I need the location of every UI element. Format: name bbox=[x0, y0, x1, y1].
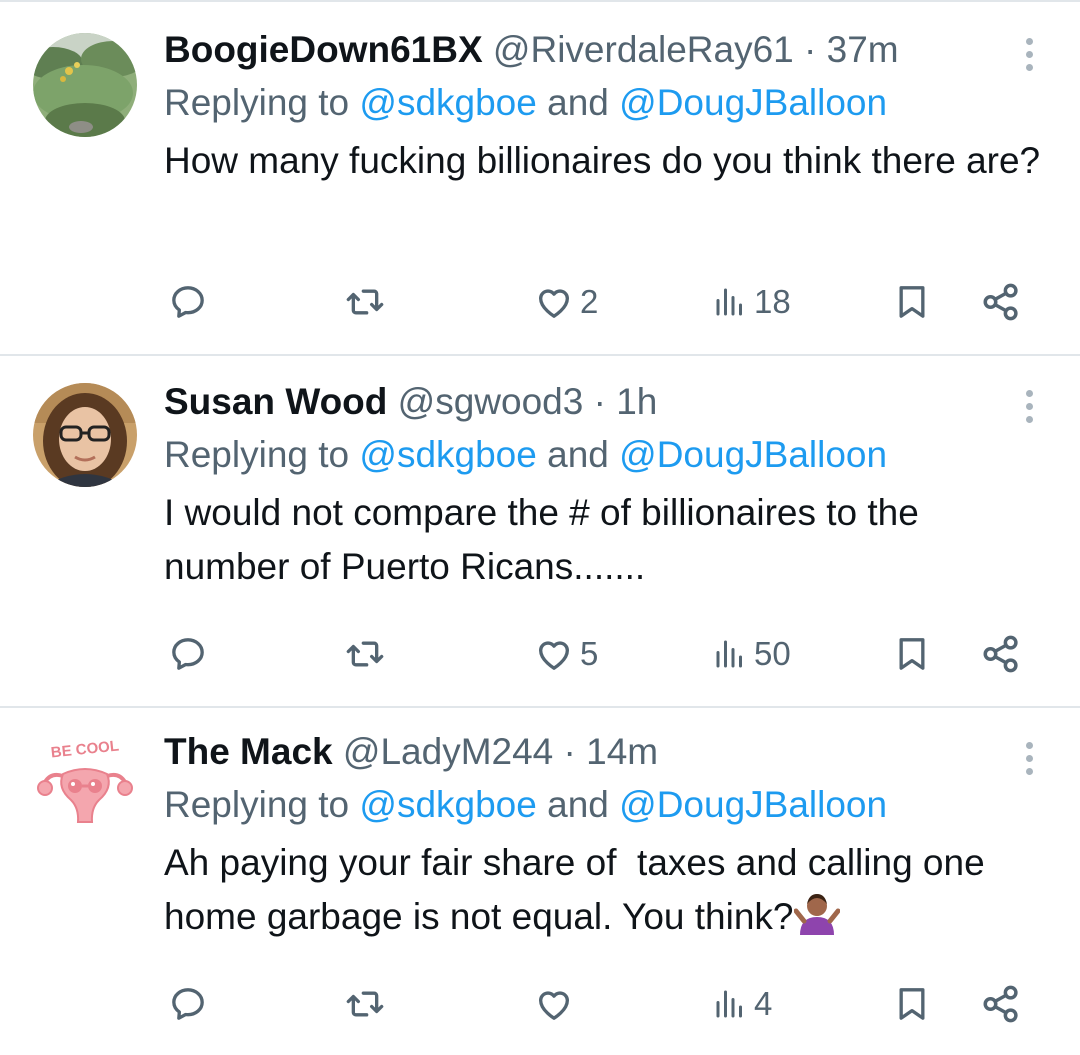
reply-button[interactable] bbox=[168, 274, 208, 330]
replying-prefix: Replying to bbox=[164, 434, 360, 475]
like-count: 2 bbox=[580, 283, 599, 320]
share-icon bbox=[983, 985, 1018, 1023]
share-icon bbox=[983, 635, 1018, 673]
retweet-icon bbox=[346, 991, 384, 1017]
avatar[interactable] bbox=[33, 383, 137, 487]
bookmark-icon bbox=[899, 638, 925, 670]
and-text: and bbox=[536, 784, 620, 825]
heart-icon bbox=[538, 991, 570, 1020]
replying-prefix: Replying to bbox=[164, 784, 360, 825]
replying-prefix: Replying to bbox=[164, 82, 360, 123]
action-bar: 5 50 bbox=[164, 626, 1044, 682]
bookmark-button[interactable] bbox=[892, 976, 932, 1032]
share-icon bbox=[983, 283, 1018, 321]
mention-link[interactable]: @sdkgboe bbox=[359, 82, 536, 123]
avatar-text: BE COOL bbox=[50, 737, 120, 761]
and-text: and bbox=[536, 82, 620, 123]
views-icon bbox=[716, 288, 742, 316]
share-button[interactable] bbox=[980, 976, 1022, 1032]
separator-dot: · bbox=[593, 381, 606, 422]
action-bar: 2 18 bbox=[164, 274, 1044, 330]
separator-dot: · bbox=[804, 29, 817, 70]
reply-button[interactable] bbox=[168, 626, 208, 682]
mention-link[interactable]: @DougJBalloon bbox=[619, 434, 887, 475]
reply-icon bbox=[172, 286, 204, 318]
mention-link[interactable]: @DougJBalloon bbox=[619, 784, 887, 825]
mention-link[interactable]: @sdkgboe bbox=[359, 434, 536, 475]
timestamp[interactable]: 1h bbox=[616, 381, 657, 422]
like-button[interactable]: 5 bbox=[534, 626, 598, 682]
user-handle[interactable]: @sgwood3 bbox=[398, 381, 584, 422]
like-button[interactable]: 2 bbox=[534, 274, 598, 330]
bookmark-button[interactable] bbox=[892, 274, 932, 330]
more-icon[interactable] bbox=[1022, 390, 1036, 430]
display-name[interactable]: Susan Wood bbox=[164, 381, 387, 422]
user-handle[interactable]: @LadyM244 bbox=[343, 731, 553, 772]
avatar[interactable]: BE COOL bbox=[33, 730, 137, 834]
avatar[interactable] bbox=[33, 33, 137, 137]
tweet-text: I would not compare the # of billionaire… bbox=[164, 492, 919, 587]
view-count: 50 bbox=[754, 635, 791, 672]
replying-to: Replying to @sdkgboe and @DougJBalloon bbox=[164, 76, 1044, 130]
action-bar: 4 bbox=[164, 976, 1044, 1032]
bookmark-button[interactable] bbox=[892, 626, 932, 682]
timestamp[interactable]: 14m bbox=[586, 731, 658, 772]
person-shrugging-emoji bbox=[793, 891, 840, 935]
display-name[interactable]: The Mack bbox=[164, 731, 333, 772]
more-icon[interactable] bbox=[1022, 742, 1036, 782]
views-icon bbox=[716, 990, 742, 1018]
separator-dot: · bbox=[563, 731, 576, 772]
reply-icon bbox=[172, 988, 204, 1020]
bookmark-icon bbox=[899, 988, 925, 1020]
tweet-text: Ah paying your fair share of taxes and c… bbox=[164, 836, 1044, 944]
retweet-button[interactable] bbox=[344, 976, 386, 1032]
timestamp[interactable]: 37m bbox=[827, 29, 899, 70]
retweet-button[interactable] bbox=[344, 626, 386, 682]
retweet-icon bbox=[346, 641, 384, 667]
tweet-text: How many fucking billionaires do you thi… bbox=[164, 140, 1041, 181]
share-button[interactable] bbox=[980, 626, 1022, 682]
views-button[interactable]: 18 bbox=[712, 274, 791, 330]
retweet-icon bbox=[346, 289, 384, 315]
reply-tweet[interactable]: Susan Wood @sgwood3 · 1h Replying to @sd… bbox=[0, 356, 1080, 708]
display-name[interactable]: BoogieDown61BX bbox=[164, 29, 483, 70]
heart-icon bbox=[538, 641, 570, 670]
reply-tweet[interactable]: BE COOL The Mack @LadyM244 · 14m Replyin… bbox=[0, 708, 1080, 1055]
user-handle[interactable]: @RiverdaleRay61 bbox=[493, 29, 794, 70]
view-count: 4 bbox=[754, 985, 773, 1022]
mention-link[interactable]: @sdkgboe bbox=[359, 784, 536, 825]
views-icon bbox=[716, 640, 742, 668]
mention-link[interactable]: @DougJBalloon bbox=[619, 82, 887, 123]
and-text: and bbox=[536, 434, 620, 475]
like-count: 5 bbox=[580, 635, 599, 672]
bookmark-icon bbox=[899, 286, 925, 318]
reply-button[interactable] bbox=[168, 976, 208, 1032]
reply-tweet[interactable]: BoogieDown61BX @RiverdaleRay61 · 37m Rep… bbox=[0, 0, 1080, 356]
retweet-button[interactable] bbox=[344, 274, 386, 330]
views-button[interactable]: 50 bbox=[712, 626, 791, 682]
views-button[interactable]: 4 bbox=[712, 976, 772, 1032]
share-button[interactable] bbox=[980, 274, 1022, 330]
heart-icon bbox=[538, 289, 570, 318]
reply-icon bbox=[172, 638, 204, 670]
replying-to: Replying to @sdkgboe and @DougJBalloon bbox=[164, 778, 1044, 832]
replying-to: Replying to @sdkgboe and @DougJBalloon bbox=[164, 428, 1044, 482]
view-count: 18 bbox=[754, 283, 791, 320]
like-button[interactable] bbox=[534, 976, 580, 1032]
tweet-text-content: Ah paying your fair share of taxes and c… bbox=[164, 842, 995, 937]
more-icon[interactable] bbox=[1022, 38, 1036, 78]
